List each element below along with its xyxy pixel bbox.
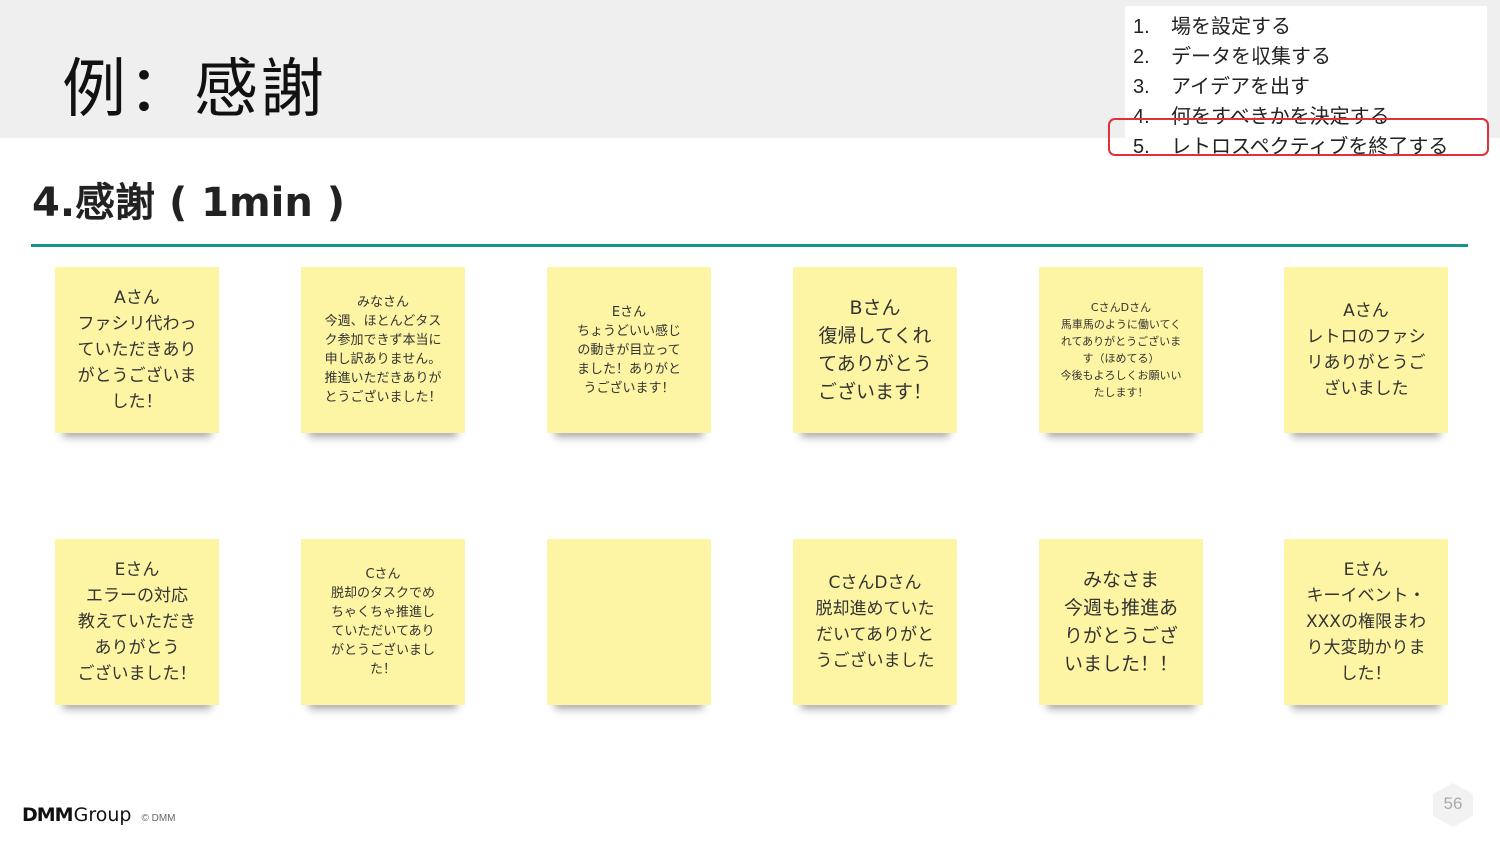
note-text: みなさん 今週、ほとんどタス ク参加できず本当に 申し訳ありません。 推進いただ… [324, 295, 442, 405]
step-item: 2. データを収集する [1133, 40, 1331, 69]
copyright: © DMM [141, 813, 176, 824]
sticky-note: Cさん 脱却のタスクでめ ちゃくちゃ推進し ていただいてあり がとうございまし … [301, 539, 465, 705]
step-label: 場を設定する [1171, 16, 1291, 38]
step-number: 3. [1133, 76, 1150, 98]
step-item: 3. アイデアを出す [1133, 70, 1310, 99]
step-item: 1. 場を設定する [1133, 10, 1291, 39]
logo-group-text: Group [73, 804, 132, 826]
sticky-note: Bさん 復帰してくれ てありがとう ございます！ [793, 267, 957, 433]
step-number: 2. [1133, 46, 1150, 68]
sticky-note-blank [547, 539, 711, 705]
sticky-note: Aさん ファシリ代わっ ていただきあり がとうございま した！ [55, 267, 219, 433]
note-text: Cさん 脱却のタスクでめ ちゃくちゃ推進し ていただいてあり がとうございまし … [330, 567, 435, 677]
sticky-note: みなさま 今週も推進あ りがとうござ いました！！ [1039, 539, 1203, 705]
slide-title: 例：感謝 [62, 53, 326, 127]
sticky-note: みなさん 今週、ほとんどタス ク参加できず本当に 申し訳ありません。 推進いただ… [301, 267, 465, 433]
note-text: Aさん ファシリ代わっ ていただきあり がとうございま した！ [77, 288, 197, 412]
page-number: 56 [1443, 794, 1463, 813]
current-step-highlight [1108, 118, 1489, 156]
sticky-note: Eさん ちょうどいい感じ の動きが目立って ました！ありがと うございます！ [547, 267, 711, 433]
note-text: Bさん 復帰してくれ てありがとう ございます！ [817, 297, 932, 403]
sticky-note: Eさん キーイベント・ XXXの権限まわ り大変助かりま した！ [1284, 539, 1448, 705]
note-text: Eさん ちょうどいい感じ の動きが目立って ました！ありがと うございます！ [576, 304, 681, 396]
step-number: 1. [1133, 16, 1150, 38]
board-title: 4.感謝 ( 1min ) [32, 180, 346, 226]
dmm-group-logo: DMM Group © DMM [22, 804, 175, 826]
note-text: Eさん エラーの対応 教えていただき ありがとう ございました！ [77, 560, 197, 684]
note-text: みなさま 今週も推進あ りがとうござ いました！！ [1063, 569, 1178, 675]
note-text: Eさん キーイベント・ XXXの権限まわ り大変助かりま した！ [1306, 560, 1426, 684]
sticky-note: CさんDさん 脱却進めていた だいてありがと うございました [793, 539, 957, 705]
note-text: CさんDさん 馬車馬のように働いてく れてありがとうございま す（ほめてる） 今… [1060, 301, 1182, 399]
sticky-note: Eさん エラーの対応 教えていただき ありがとう ございました！ [55, 539, 219, 705]
note-text: Aさん レトロのファシ リありがとうご ざいました [1306, 301, 1426, 399]
sticky-note: Aさん レトロのファシ リありがとうご ざいました [1284, 267, 1448, 433]
step-label: アイデアを出す [1171, 76, 1310, 98]
note-text: CさんDさん 脱却進めていた だいてありがと うございました [815, 573, 935, 671]
teal-divider [31, 244, 1468, 247]
step-label: データを収集する [1171, 46, 1331, 68]
sticky-note: CさんDさん 馬車馬のように働いてく れてありがとうございま す（ほめてる） 今… [1039, 267, 1203, 433]
logo-dmm-text: DMM [22, 804, 74, 826]
